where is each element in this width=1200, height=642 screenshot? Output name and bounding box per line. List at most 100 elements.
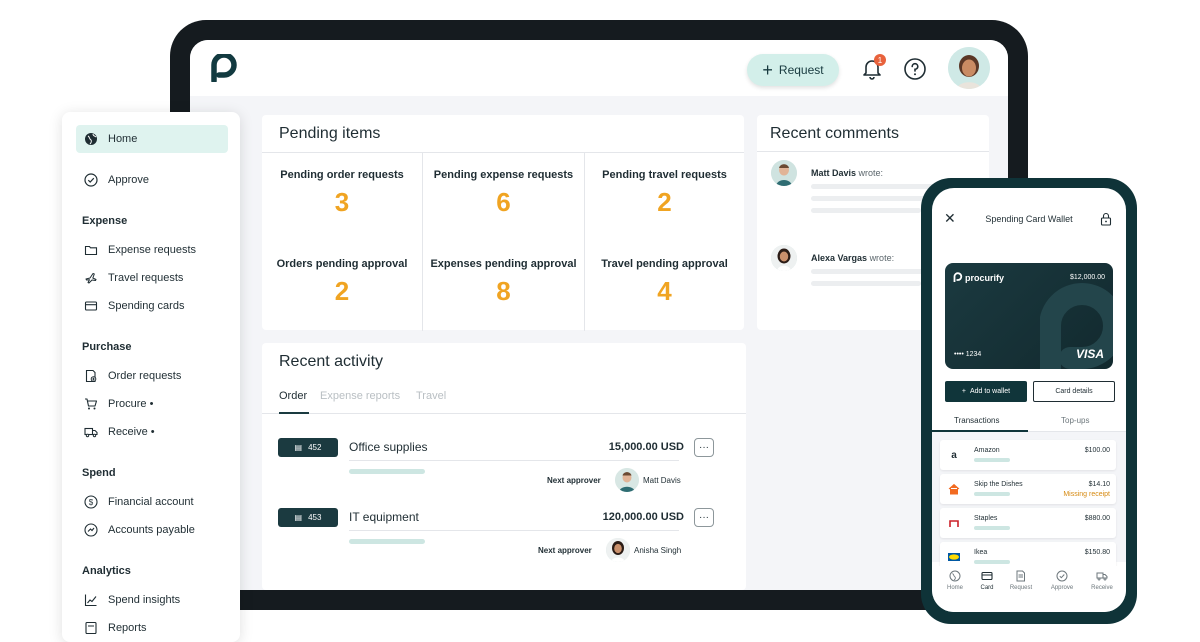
comment-author: Matt Davis [811,168,857,178]
recent-activity-title: Recent activity [279,353,384,370]
sidebar-item-home[interactable]: Home [76,125,228,153]
transaction-list: a Amazon $100.00 Skip the Dishes $14.10 … [932,432,1126,572]
globe-icon [85,133,97,145]
approver-name: Matt Davis [643,476,681,485]
svg-text:$: $ [89,498,94,507]
add-to-wallet-button[interactable]: + Add to wallet [945,381,1027,402]
comment-suffix: wrote: [858,168,884,178]
cart-icon [85,398,98,410]
more-options-button[interactable]: ··· [694,438,714,457]
sidebar-section-analytics: Analytics [82,565,131,577]
pending-cell[interactable]: Expenses pending approval 8 [423,242,585,331]
pending-count: 2 [657,187,672,217]
tab-expense-reports[interactable]: Expense reports [320,390,400,402]
comment-suffix: wrote: [869,253,895,263]
sidebar-item-label: Reports [108,622,147,634]
sidebar-item-receive[interactable]: Receive • [76,418,228,446]
request-name: IT equipment [349,510,419,524]
transaction-item[interactable]: Skip the Dishes $14.10 Missing receipt [940,474,1116,504]
sidebar-item-accounts-payable[interactable]: Accounts payable [76,516,228,544]
progress-placeholder [349,469,425,474]
notification-badge: 1 [874,54,886,66]
pending-items-grid: Pending order requests 3 Pending expense … [262,152,744,331]
spending-card[interactable]: procurify $12,000.00 •••• 1234 VISA [945,263,1113,369]
pending-count: 4 [657,276,672,306]
pending-label: Pending order requests [280,169,404,181]
tab-top-ups[interactable]: Top-ups [1061,416,1089,425]
request-label: Request [778,63,824,77]
pending-items-title: Pending items [279,125,381,142]
request-document-icon [1016,570,1025,582]
transaction-amount: $150.80 [1084,549,1110,556]
transaction-placeholder-bar [974,458,1010,462]
phone-nav-home[interactable]: Home [938,570,972,591]
pending-label: Expenses pending approval [430,258,577,270]
sidebar: Home Approve Expense Expense requests Tr… [62,112,240,642]
active-tab-indicator [279,412,309,414]
card-balance: $12,000.00 [1069,274,1105,281]
check-circle-icon [1056,570,1068,582]
tab-travel[interactable]: Travel [416,390,446,402]
phone-nav-card[interactable]: Card [970,570,1004,591]
phone-nav-approve[interactable]: Approve [1045,570,1079,591]
sidebar-item-label: Travel requests [108,272,184,284]
help-icon[interactable] [903,57,927,81]
pending-items-card: Pending items Pending order requests 3 Pe… [262,115,744,331]
phone-bottom-nav: Home Card Request Approve Receive [932,566,1126,612]
sidebar-item-label: Financial account [108,496,194,508]
request-amount: 120,000.00 USD [602,511,684,523]
next-approver-label: Next approver [538,546,592,555]
sidebar-item-spending-cards[interactable]: Spending cards [76,292,228,320]
phone-nav-label: Card [980,585,994,591]
transaction-name: Skip the Dishes [974,481,1023,488]
comment-placeholder-line [811,208,921,213]
card-details-button[interactable]: Card details [1033,381,1115,402]
pending-count: 6 [496,187,511,217]
phone-nav-request[interactable]: Request [1004,570,1038,591]
staples-icon [949,520,959,527]
request-button[interactable]: + Request [747,54,839,86]
sidebar-item-approve[interactable]: Approve [76,166,228,194]
credit-card-icon [84,301,98,311]
more-options-button[interactable]: ··· [694,508,714,527]
phone-nav-receive[interactable]: Receive [1085,570,1119,591]
pending-cell[interactable]: Pending expense requests 6 [423,153,585,242]
pending-cell[interactable]: Pending travel requests 2 [585,153,744,242]
sidebar-item-spend-insights[interactable]: Spend insights [76,586,228,614]
transaction-amount: $100.00 [1084,447,1110,454]
pending-label: Travel pending approval [601,258,728,270]
transaction-name: Amazon [974,447,1000,454]
payable-icon [84,523,98,537]
transaction-amount: $14.10 [1088,481,1110,488]
missing-receipt-warning: Missing receipt [1063,491,1110,498]
card-network: VISA [1075,347,1104,361]
sidebar-item-reports[interactable]: Reports [76,614,228,642]
sidebar-item-order-requests[interactable]: Order requests [76,362,228,390]
phone-nav-label: Home [946,585,963,591]
user-avatar[interactable] [948,47,990,89]
sidebar-item-label: Approve [108,174,149,186]
transaction-item[interactable]: a Amazon $100.00 [940,440,1116,470]
recent-activity-card: Recent activity Order Expense reports Tr… [262,343,746,590]
transaction-name: Ikea [974,549,988,556]
tab-order[interactable]: Order [279,390,307,402]
dollar-circle-icon: $ [84,495,98,509]
sidebar-item-expense-requests[interactable]: Expense requests [76,236,228,264]
lock-icon[interactable] [1100,212,1112,226]
phone-nav-label: Approve [1050,585,1074,591]
sidebar-item-financial-account[interactable]: $ Financial account [76,488,228,516]
pending-cell[interactable]: Travel pending approval 4 [585,242,744,331]
procurify-logo-icon[interactable] [210,54,244,82]
pending-cell[interactable]: Orders pending approval 2 [262,242,423,331]
folder-icon [84,245,98,256]
transaction-item[interactable]: Staples $880.00 [940,508,1116,538]
sidebar-item-travel-requests[interactable]: Travel requests [76,264,228,292]
app-screen: + Request 1 Pending items Pending order … [190,40,1008,590]
report-icon [85,621,97,635]
tab-transactions[interactable]: Transactions [954,416,1000,425]
pending-cell[interactable]: Pending order requests 3 [262,153,423,242]
chart-icon [84,594,97,607]
request-amount: 15,000.00 USD [608,441,684,453]
sidebar-item-procure[interactable]: Procure • [76,390,228,418]
ikea-icon [948,553,960,561]
